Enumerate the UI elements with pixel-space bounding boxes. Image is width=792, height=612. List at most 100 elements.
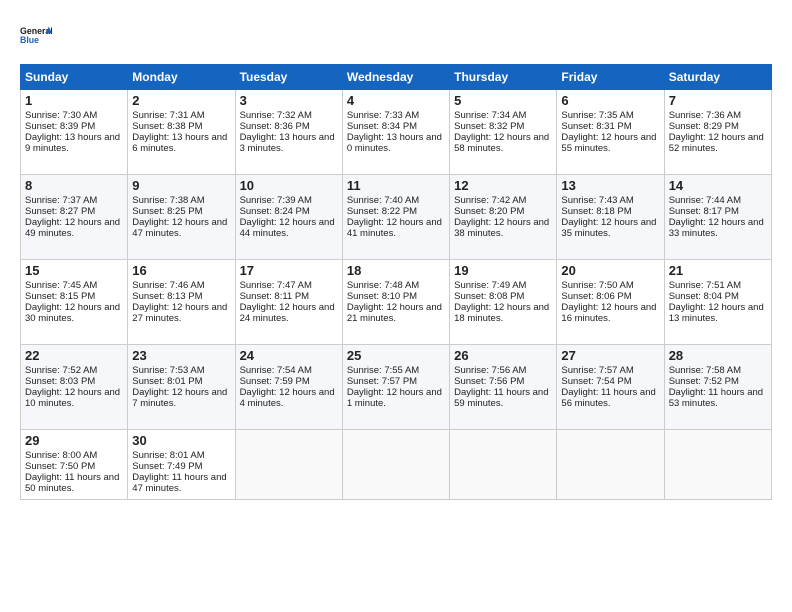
sunset-text: Sunset: 8:15 PM <box>25 291 95 302</box>
day-number: 9 <box>132 178 230 193</box>
calendar-cell: 5 Sunrise: 7:34 AMSunset: 8:32 PMDaylight… <box>450 90 557 175</box>
sunrise-text: Sunrise: 7:56 AM <box>454 365 526 376</box>
sunrise-text: Sunrise: 7:53 AM <box>132 365 204 376</box>
day-number: 16 <box>132 263 230 278</box>
calendar-cell: 3Sunrise: 7:32 AMSunset: 8:36 PMDaylight… <box>235 90 342 175</box>
daylight-text: Daylight: 13 hours and 9 minutes. <box>25 132 120 154</box>
day-number: 20 <box>561 263 659 278</box>
day-number: 12 <box>454 178 552 193</box>
day-number: 2 <box>132 93 230 108</box>
sunset-text: Sunset: 8:20 PM <box>454 206 524 217</box>
daylight-text: Daylight: 11 hours and 47 minutes. <box>132 472 226 494</box>
calendar-cell <box>342 430 449 500</box>
sunrise-text: Sunrise: 7:54 AM <box>240 365 312 376</box>
day-number: 28 <box>669 348 767 363</box>
sunset-text: Sunset: 8:08 PM <box>454 291 524 302</box>
calendar-week-1: 1Sunrise: 7:30 AMSunset: 8:39 PMDaylight… <box>21 90 772 175</box>
header: General Blue <box>20 18 772 54</box>
calendar-week-4: 22Sunrise: 7:52 AMSunset: 8:03 PMDayligh… <box>21 345 772 430</box>
calendar-week-5: 29Sunrise: 8:00 AMSunset: 7:50 PMDayligh… <box>21 430 772 500</box>
sunset-text: Sunset: 7:49 PM <box>132 461 202 472</box>
daylight-text: Daylight: 12 hours and 55 minutes. <box>561 132 656 154</box>
sunset-text: Sunset: 8:01 PM <box>132 376 202 387</box>
day-number: 4 <box>347 93 445 108</box>
calendar-cell: 14Sunrise: 7:44 AMSunset: 8:17 PMDayligh… <box>664 175 771 260</box>
sunrise-text: Sunrise: 7:48 AM <box>347 280 419 291</box>
calendar-cell: 10Sunrise: 7:39 AMSunset: 8:24 PMDayligh… <box>235 175 342 260</box>
daylight-text: Daylight: 12 hours and 18 minutes. <box>454 302 549 324</box>
sunrise-text: Sunrise: 7:34 AM <box>454 110 526 121</box>
calendar-cell: 30 Sunrise: 8:01 AMSunset: 7:49 PMDayligh… <box>128 430 235 500</box>
day-number: 19 <box>454 263 552 278</box>
daylight-text: Daylight: 12 hours and 41 minutes. <box>347 217 442 239</box>
calendar-cell: 22Sunrise: 7:52 AMSunset: 8:03 PMDayligh… <box>21 345 128 430</box>
sunset-text: Sunset: 8:32 PM <box>454 121 524 132</box>
day-number: 5 <box>454 93 552 108</box>
calendar-cell: 18 Sunrise: 7:48 AMSunset: 8:10 PMDayligh… <box>342 260 449 345</box>
calendar-cell: 16Sunrise: 7:46 AMSunset: 8:13 PMDayligh… <box>128 260 235 345</box>
sunset-text: Sunset: 8:36 PM <box>240 121 310 132</box>
page: General Blue SundayMondayTuesdayWednesda… <box>0 0 792 612</box>
calendar-cell: 20Sunrise: 7:50 AMSunset: 8:06 PMDayligh… <box>557 260 664 345</box>
sunrise-text: Sunrise: 7:35 AM <box>561 110 633 121</box>
calendar-cell: 9Sunrise: 7:38 AMSunset: 8:25 PMDaylight… <box>128 175 235 260</box>
sunset-text: Sunset: 8:39 PM <box>25 121 95 132</box>
calendar-cell: 26 Sunrise: 7:56 AMSunset: 7:56 PMDayligh… <box>450 345 557 430</box>
sunrise-text: Sunrise: 7:30 AM <box>25 110 97 121</box>
sunrise-text: Sunrise: 7:49 AM <box>454 280 526 291</box>
daylight-text: Daylight: 11 hours and 50 minutes. <box>25 472 119 494</box>
day-number: 30 <box>132 433 230 448</box>
weekday-header-sunday: Sunday <box>21 65 128 90</box>
sunrise-text: Sunrise: 7:31 AM <box>132 110 204 121</box>
calendar-cell: 25Sunrise: 7:55 AMSunset: 7:57 PMDayligh… <box>342 345 449 430</box>
sunrise-text: Sunrise: 8:01 AM <box>132 450 204 461</box>
daylight-text: Daylight: 13 hours and 6 minutes. <box>132 132 227 154</box>
sunset-text: Sunset: 8:29 PM <box>669 121 739 132</box>
day-number: 27 <box>561 348 659 363</box>
day-number: 8 <box>25 178 123 193</box>
sunset-text: Sunset: 8:27 PM <box>25 206 95 217</box>
daylight-text: Daylight: 12 hours and 35 minutes. <box>561 217 656 239</box>
sunrise-text: Sunrise: 7:37 AM <box>25 195 97 206</box>
calendar-cell: 17Sunrise: 7:47 AMSunset: 8:11 PMDayligh… <box>235 260 342 345</box>
daylight-text: Daylight: 12 hours and 38 minutes. <box>454 217 549 239</box>
sunset-text: Sunset: 7:56 PM <box>454 376 524 387</box>
sunrise-text: Sunrise: 7:51 AM <box>669 280 741 291</box>
daylight-text: Daylight: 12 hours and 33 minutes. <box>669 217 764 239</box>
daylight-text: Daylight: 12 hours and 16 minutes. <box>561 302 656 324</box>
calendar-cell: 28Sunrise: 7:58 AMSunset: 7:52 PMDayligh… <box>664 345 771 430</box>
sunrise-text: Sunrise: 7:44 AM <box>669 195 741 206</box>
logo: General Blue <box>20 18 52 54</box>
calendar-cell <box>450 430 557 500</box>
weekday-header-saturday: Saturday <box>664 65 771 90</box>
sunset-text: Sunset: 8:10 PM <box>347 291 417 302</box>
sunrise-text: Sunrise: 7:55 AM <box>347 365 419 376</box>
sunset-text: Sunset: 7:50 PM <box>25 461 95 472</box>
day-number: 18 <box>347 263 445 278</box>
sunset-text: Sunset: 7:57 PM <box>347 376 417 387</box>
sunset-text: Sunset: 8:24 PM <box>240 206 310 217</box>
day-number: 26 <box>454 348 552 363</box>
day-number: 25 <box>347 348 445 363</box>
day-number: 21 <box>669 263 767 278</box>
calendar-week-3: 15Sunrise: 7:45 AMSunset: 8:15 PMDayligh… <box>21 260 772 345</box>
daylight-text: Daylight: 12 hours and 58 minutes. <box>454 132 549 154</box>
sunset-text: Sunset: 8:17 PM <box>669 206 739 217</box>
calendar-cell: 12Sunrise: 7:42 AMSunset: 8:20 PMDayligh… <box>450 175 557 260</box>
calendar-table: SundayMondayTuesdayWednesdayThursdayFrid… <box>20 64 772 500</box>
calendar-cell: 4Sunrise: 7:33 AMSunset: 8:34 PMDaylight… <box>342 90 449 175</box>
sunrise-text: Sunrise: 7:50 AM <box>561 280 633 291</box>
day-number: 15 <box>25 263 123 278</box>
sunrise-text: Sunrise: 7:58 AM <box>669 365 741 376</box>
day-number: 7 <box>669 93 767 108</box>
day-number: 3 <box>240 93 338 108</box>
day-number: 10 <box>240 178 338 193</box>
sunset-text: Sunset: 8:38 PM <box>132 121 202 132</box>
calendar-cell <box>235 430 342 500</box>
sunset-text: Sunset: 8:25 PM <box>132 206 202 217</box>
daylight-text: Daylight: 12 hours and 21 minutes. <box>347 302 442 324</box>
calendar-cell: 1Sunrise: 7:30 AMSunset: 8:39 PMDaylight… <box>21 90 128 175</box>
daylight-text: Daylight: 12 hours and 52 minutes. <box>669 132 764 154</box>
daylight-text: Daylight: 11 hours and 59 minutes. <box>454 387 548 409</box>
weekday-header-thursday: Thursday <box>450 65 557 90</box>
